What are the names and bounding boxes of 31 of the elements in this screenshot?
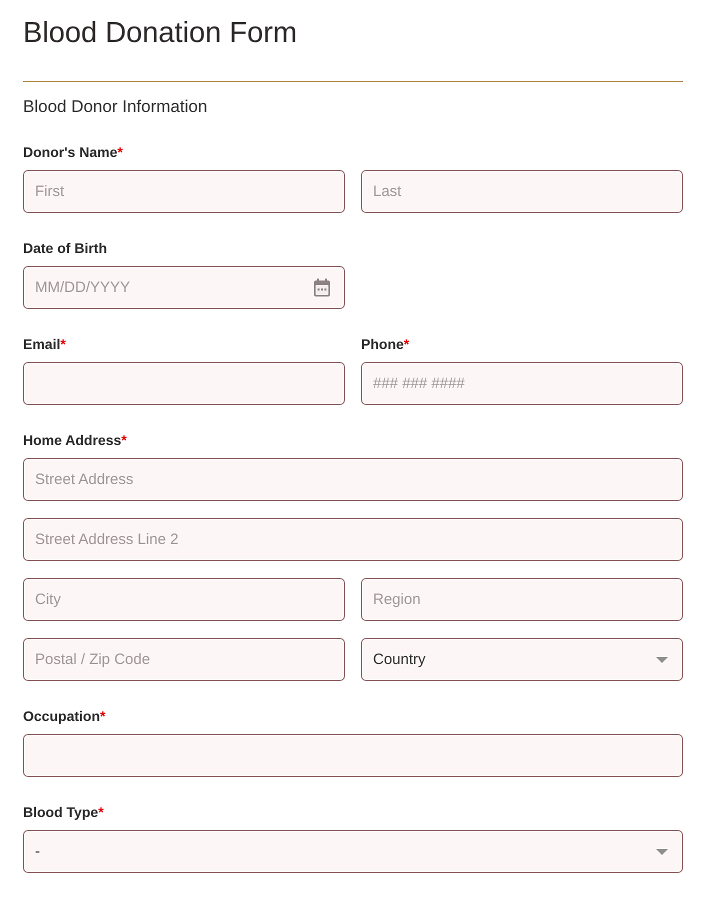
required-mark: * (100, 708, 106, 724)
form-title: Blood Donation Form (23, 16, 298, 51)
date-field[interactable]: MM/DD/YYYY (23, 266, 345, 309)
text-field[interactable]: Postal / Zip Code (23, 638, 345, 681)
field-label: Home Address (23, 432, 122, 448)
text-field[interactable]: Region (361, 578, 683, 621)
text-field[interactable]: Last (361, 170, 683, 213)
dropdown[interactable]: - (23, 830, 683, 873)
field-label: Occupation (23, 708, 100, 724)
required-mark: * (117, 144, 123, 160)
text-field[interactable] (23, 362, 345, 405)
calendar-icon[interactable] (313, 278, 331, 297)
dropdown[interactable]: Country (361, 638, 683, 681)
text-field[interactable] (23, 734, 683, 777)
section-heading: Blood Donor Information (23, 96, 208, 118)
required-mark: * (404, 336, 410, 352)
field-label: Phone (361, 336, 404, 352)
field-label: Email (23, 336, 60, 352)
text-field[interactable]: Street Address (23, 458, 683, 501)
text-field[interactable]: Street Address Line 2 (23, 518, 683, 561)
required-mark: * (121, 432, 127, 448)
required-mark: * (60, 336, 66, 352)
caret-icon (656, 656, 668, 662)
field-label: Date of Birth (23, 240, 107, 256)
text-field[interactable]: First (23, 170, 345, 213)
field-label: Donor's Name (23, 144, 118, 160)
text-field[interactable]: City (23, 578, 345, 621)
required-mark: * (98, 804, 104, 820)
field-label: Blood Type (23, 804, 98, 820)
caret-icon (656, 848, 668, 854)
text-field[interactable]: ### ### #### (361, 362, 683, 405)
